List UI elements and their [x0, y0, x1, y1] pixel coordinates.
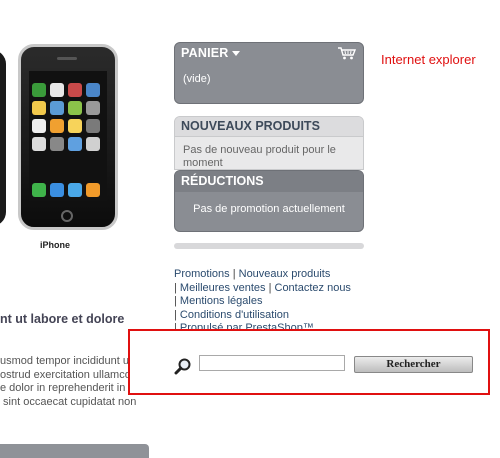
phone-app-grid [32, 83, 104, 151]
chevron-down-icon[interactable] [231, 51, 240, 57]
footer-link-promotions[interactable]: Promotions [174, 268, 230, 280]
specials-title[interactable]: RÉDUCTIONS [175, 171, 363, 192]
new-products-block: NOUVEAUX PRODUITS Pas de nouveau produit… [174, 116, 364, 170]
search-button[interactable]: Rechercher [354, 356, 473, 373]
footer-link-contact[interactable]: Contactez nous [275, 282, 351, 294]
phone-screen [29, 71, 107, 201]
specials-block: RÉDUCTIONS Pas de promotion actuellement [174, 170, 364, 232]
footer-link-conditions[interactable]: Conditions d'utilisation [180, 309, 289, 321]
search-input[interactable] [199, 355, 345, 371]
product-image-iphone[interactable] [18, 44, 118, 230]
footer-separator: | [174, 281, 177, 294]
phone-dock [32, 183, 104, 197]
paragraph-line: sint occaecat cupidatat non [0, 395, 137, 408]
phone-home-button [61, 210, 73, 222]
footer-link-new-products[interactable]: Nouveaux produits [239, 268, 331, 280]
bottom-block-header [0, 444, 149, 458]
footer-separator: | [268, 281, 272, 294]
footer-link-legal[interactable]: Mentions légales [180, 295, 263, 307]
phone-speaker [57, 57, 77, 60]
specials-text: Pas de promotion actuellement [193, 203, 345, 215]
footer-separator: | [174, 308, 177, 321]
content-heading: nt ut labore et dolore [0, 312, 125, 326]
cart-block-title[interactable]: PANIER [181, 46, 240, 60]
footer-links: Promotions | Nouveaux produits | Meilleu… [174, 268, 364, 336]
cart-empty-text: (vide) [183, 73, 211, 85]
product-name[interactable]: iPhone [40, 240, 70, 250]
footer-separator: | [174, 295, 177, 307]
shopping-cart-icon[interactable] [337, 46, 357, 60]
new-products-text: Pas de nouveau produit pour le moment [183, 144, 336, 169]
footer-separator: | [232, 268, 236, 280]
block-divider [174, 243, 364, 249]
magnifier-icon [174, 358, 191, 375]
new-products-title[interactable]: NOUVEAUX PRODUITS [175, 117, 363, 137]
cart-block: PANIER (vide) [174, 42, 364, 104]
product-image-partial[interactable] [0, 50, 6, 226]
footer-link-best-sales[interactable]: Meilleures ventes [180, 282, 266, 294]
cart-title-text: PANIER [181, 46, 229, 60]
browser-annotation-label: Internet explorer [381, 52, 476, 67]
